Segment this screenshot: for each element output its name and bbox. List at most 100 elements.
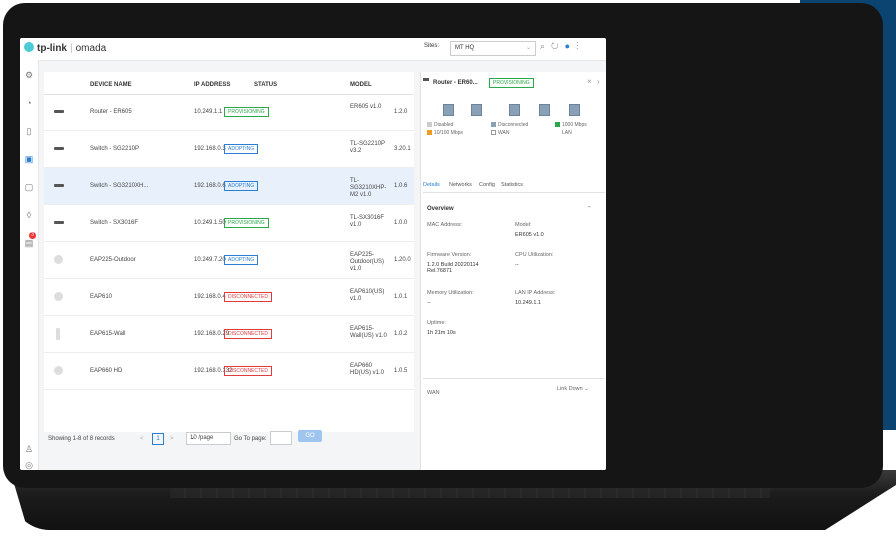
map-icon[interactable]: ▯: [24, 126, 34, 136]
model: TL-SX3016F v1.0: [350, 215, 385, 228]
dashboard-icon[interactable]: ⚙: [24, 70, 34, 80]
clients-icon[interactable]: ▢: [24, 182, 34, 192]
logs-icon[interactable]: ◎: [24, 460, 34, 470]
model: EAP225-Outdoor(US) v1.0: [350, 252, 385, 272]
table-row[interactable]: EAP225-Outdoor 10.249.7.20 ADOPTING EAP225-…: [44, 242, 414, 279]
logo-text: tp-link: [37, 43, 67, 54]
device-name[interactable]: EAP660 HD: [90, 368, 122, 374]
col-device-name[interactable]: DEVICE NAME: [90, 82, 132, 88]
alert-badge: 3: [29, 232, 36, 239]
col-status[interactable]: STATUS: [254, 82, 277, 88]
tab-details[interactable]: Details: [423, 182, 440, 188]
refresh-icon[interactable]: ↻: [551, 41, 565, 51]
chevron-right-icon[interactable]: ›: [597, 77, 600, 86]
panel-tabs: Details Networks Config Statistics: [423, 180, 605, 193]
close-icon[interactable]: ×: [587, 77, 592, 86]
device-icon: [54, 255, 63, 264]
port[interactable]: [509, 104, 520, 116]
next-page-button[interactable]: >: [170, 436, 174, 442]
device-name[interactable]: Switch - SG3210XH...: [90, 183, 148, 189]
model: EAP660 HD(US) v1.0: [350, 363, 385, 376]
firmware-version: 1.0.0: [394, 220, 408, 226]
cpu-label: CPU Utilization:: [515, 252, 554, 258]
col-model[interactable]: MODEL: [350, 82, 372, 88]
ip-address: 192.168.0.4: [194, 294, 226, 300]
tab-statistics[interactable]: Statistics: [501, 182, 523, 188]
overview-title: Overview: [427, 206, 454, 212]
device-detail-panel: Router - ER60... PROVISIONING × › Disabl…: [420, 72, 606, 470]
device-icon: [54, 184, 64, 187]
sidebar-nav: ⚙ ◔ ▯ ▣ ▢ ◊ ▤ 3 ♙ ◎: [20, 60, 39, 470]
panel-title: Router - ER60...: [433, 80, 478, 86]
model: EAP615-Wall(US) v1.0: [350, 326, 387, 339]
table-row[interactable]: EAP615-Wall 192.168.0.29 DISCONNECTED EAP61…: [44, 316, 414, 353]
per-page-select[interactable]: 10 /page ⌄: [186, 432, 231, 445]
cpu-value: --: [515, 262, 519, 268]
statistics-icon[interactable]: ◔: [24, 98, 34, 108]
port[interactable]: [443, 104, 454, 116]
port[interactable]: [539, 104, 550, 116]
model: TL-SG2210P v3.2: [350, 141, 385, 154]
go-button[interactable]: GO: [298, 430, 322, 442]
screen: tp-link | omada Sites: MT HQ ⌄ ⌕↻●⋮ ⚙ ◔ ▯ ▣…: [20, 38, 606, 470]
search-icon[interactable]: ⌕: [540, 41, 551, 51]
wan-label: WAN: [427, 390, 440, 396]
device-icon: [56, 328, 60, 340]
table-row[interactable]: EAP660 HD 192.168.0.132 DISCONNECTED EAP660…: [44, 353, 414, 390]
alerts-icon[interactable]: ▤: [24, 238, 34, 248]
port[interactable]: [471, 104, 482, 116]
legend-disconnected: Disconnected: [491, 122, 528, 128]
mac-label: MAC Address:: [427, 222, 463, 228]
firmware-version: 3.20.1: [394, 146, 411, 152]
device-name[interactable]: Router - ER605: [90, 109, 132, 115]
devices-icon[interactable]: ▣: [24, 154, 34, 164]
firmware-value: 1.2.0 Build 20220114 Rel.76871: [427, 262, 479, 274]
device-name[interactable]: Switch - SX3016F: [90, 220, 138, 226]
device-name[interactable]: EAP225-Outdoor: [90, 257, 136, 263]
legend-10-100: 10/100 Mbps: [427, 130, 463, 136]
status-badge: ADOPTING: [224, 181, 259, 191]
legend-wan: WAN: [491, 130, 509, 136]
wan-link-status[interactable]: Link Down ⌄: [557, 386, 589, 392]
firmware-version: 1.0.1: [394, 294, 408, 300]
prev-page-button[interactable]: <: [140, 436, 144, 442]
ip-address: 192.168.0.3: [194, 146, 226, 152]
device-name[interactable]: Switch - SG2210P: [90, 146, 139, 152]
device-name[interactable]: EAP610: [90, 294, 112, 300]
tab-networks[interactable]: Networks: [449, 182, 472, 188]
table-row[interactable]: Switch - SG2210P 192.168.0.3 ADOPTING TL-SG…: [44, 131, 414, 168]
chevron-down-icon: ⌄: [525, 45, 531, 51]
settings-icon[interactable]: ♙: [24, 444, 34, 454]
col-ip-address[interactable]: IP ADDRESS: [194, 82, 230, 88]
device-name[interactable]: EAP615-Wall: [90, 331, 125, 337]
user-icon[interactable]: ●: [565, 41, 576, 51]
ip-address: 10.249.1.1: [194, 109, 223, 115]
panel-status-badge: PROVISIONING: [489, 78, 534, 88]
device-icon: [54, 147, 64, 150]
port[interactable]: [569, 104, 580, 116]
ip-address: 10.249.7.20: [194, 257, 226, 263]
router-icon: [423, 78, 429, 81]
legend-lan: LAN: [555, 130, 572, 136]
device-icon: [54, 366, 63, 375]
firmware-version: 1.20.0: [394, 257, 411, 263]
table-row[interactable]: EAP610 192.168.0.4 DISCONNECTED EAP610(US) …: [44, 279, 414, 316]
status-badge: DISCONNECTED: [224, 366, 273, 376]
tab-config[interactable]: Config: [479, 182, 495, 188]
memory-value: --: [427, 300, 431, 306]
status-badge: ADOPTING: [224, 255, 259, 265]
model: TL-SG3210XHP-M2 v1.0: [350, 178, 387, 198]
records-summary: Showing 1-8 of 8 records: [48, 436, 115, 442]
page-1-button[interactable]: 1: [152, 433, 164, 445]
uptime-label: Uptime:: [427, 320, 446, 326]
table-row[interactable]: Router - ER605 10.249.1.1 PROVISIONING ER60…: [44, 94, 414, 131]
goto-page-input[interactable]: [270, 431, 292, 445]
more-icon[interactable]: ⋮: [576, 41, 584, 51]
table-row[interactable]: Switch - SG3210XH... 192.168.0.6 ADOPTING T…: [44, 168, 414, 205]
location-icon[interactable]: ◊: [24, 210, 34, 220]
site-select[interactable]: MT HQ ⌄: [450, 41, 536, 56]
table-row[interactable]: Switch - SX3016F 10.249.1.50 PROVISIONING T…: [44, 205, 414, 242]
collapse-icon[interactable]: ⌃: [587, 206, 592, 212]
uptime-value: 1h 21m 10s: [427, 330, 456, 336]
firmware-version: 1.0.2: [394, 331, 408, 337]
